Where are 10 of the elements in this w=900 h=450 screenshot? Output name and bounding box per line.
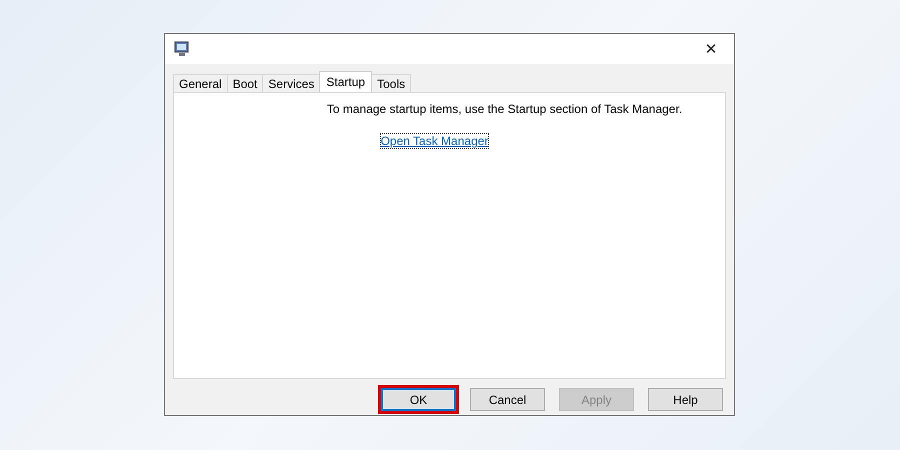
close-button[interactable]: ✕ (688, 34, 734, 64)
open-task-manager-link[interactable]: Open Task Manager (380, 134, 488, 148)
dialog-button[interactable]: Cancel (470, 388, 545, 411)
tab[interactable]: General (173, 74, 228, 92)
dialog-button[interactable]: Help (648, 388, 723, 411)
tab[interactable]: Startup (319, 71, 372, 92)
dialog-button[interactable]: OK (381, 388, 456, 411)
monitor-icon (174, 41, 190, 57)
tab[interactable]: Tools (371, 74, 412, 92)
info-message: To manage startup items, use the Startup section of Task Manager. (326, 102, 682, 116)
